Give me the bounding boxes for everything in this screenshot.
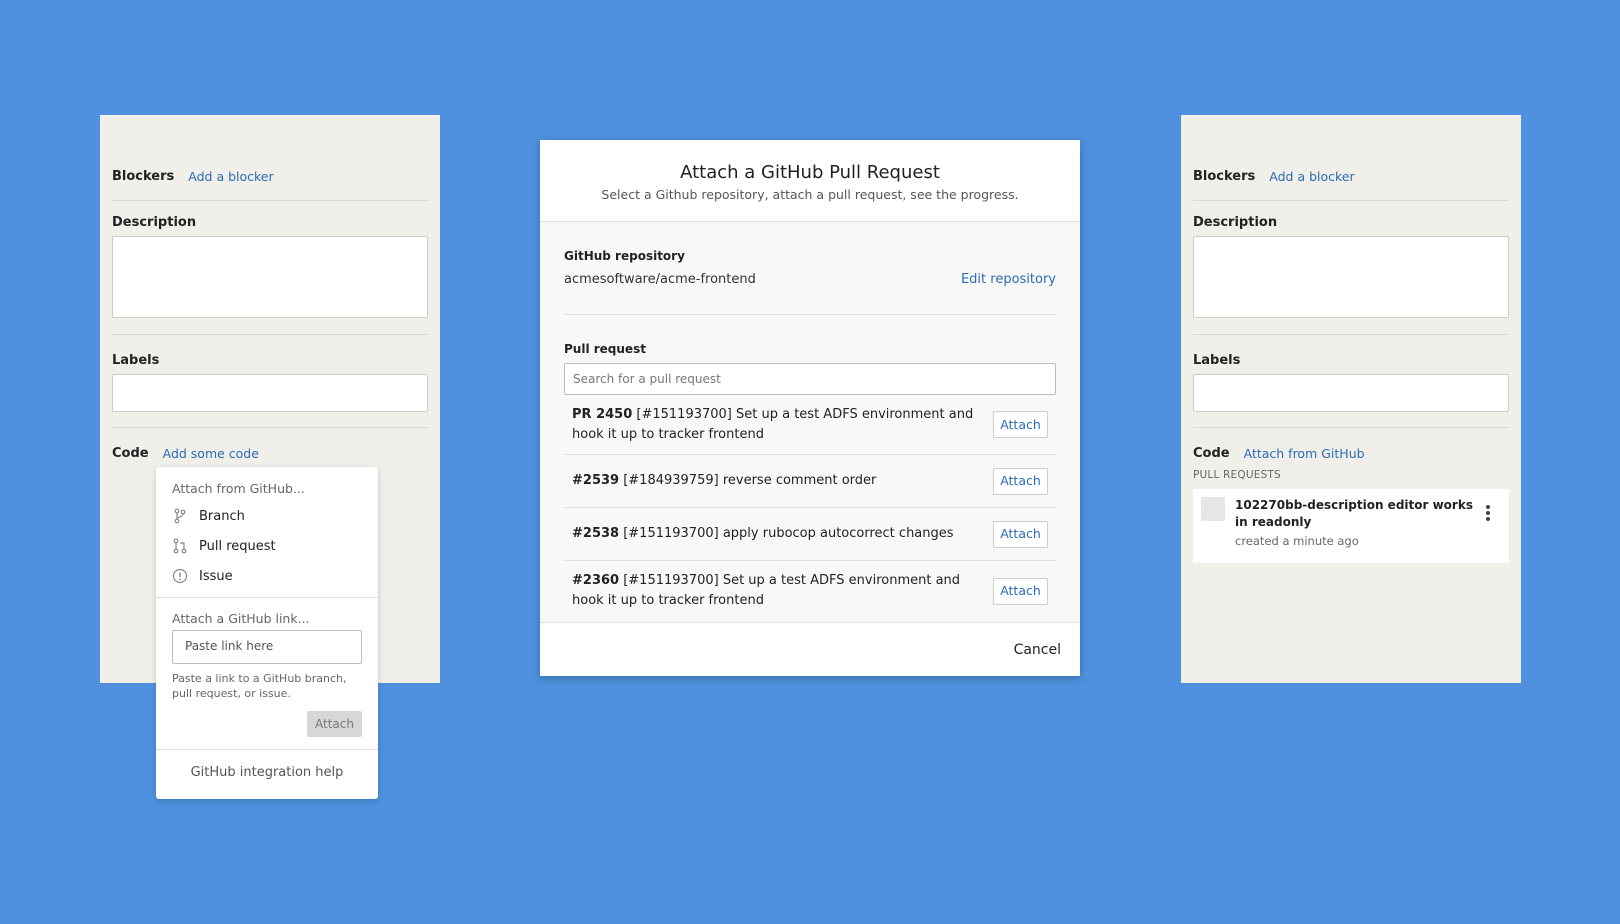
pull-requests-heading: PULL REQUESTS [1193, 469, 1281, 481]
modal-body: GitHub repository acmesoftware/acme-fron… [540, 249, 1080, 626]
add-blocker-link[interactable]: Add a blocker [188, 169, 273, 184]
modal-header: Attach a GitHub Pull Request Select a Gi… [540, 140, 1080, 222]
attach-code-popover: Attach from GitHub... Branch Pull reques… [156, 467, 378, 799]
description-field[interactable] [1193, 236, 1509, 318]
attach-link-heading: Attach a GitHub link... [172, 611, 310, 626]
github-integration-help-link[interactable]: GitHub integration help [156, 750, 378, 780]
blockers-label: Blockers [112, 168, 175, 184]
description-label: Description [1193, 215, 1278, 230]
add-code-link[interactable]: Add some code [163, 446, 259, 461]
attach-link-button[interactable]: Attach [307, 711, 362, 737]
pull-request-title: [#151193700] Set up a test ADFS environm… [572, 573, 961, 608]
labels-field[interactable] [1193, 374, 1509, 412]
divider [564, 314, 1056, 315]
labels-label: Labels [1193, 353, 1241, 368]
repository-label: GitHub repository [564, 249, 685, 263]
divider [112, 334, 428, 335]
pull-request-id: #2539 [572, 473, 620, 488]
description-label: Description [112, 215, 197, 230]
modal-title: Attach a GitHub Pull Request [680, 162, 940, 183]
popover-item-label: Branch [199, 508, 245, 524]
divider [1193, 334, 1509, 335]
attach-pr-button[interactable]: Attach [993, 520, 1048, 548]
popover-item-branch[interactable]: Branch [156, 501, 378, 531]
modal-footer: Cancel [540, 622, 1080, 676]
pull-request-row: PR 2450 [#151193700] Set up a test ADFS … [564, 395, 1056, 455]
attach-pr-button[interactable]: Attach [993, 411, 1048, 438]
branch-icon [172, 508, 188, 524]
pull-request-id: PR 2450 [572, 406, 633, 422]
edit-repository-link[interactable]: Edit repository [961, 272, 1056, 287]
cancel-button[interactable]: Cancel [1014, 642, 1061, 658]
attached-pull-request-card[interactable]: 102270bb-description editor works in rea… [1193, 489, 1509, 563]
blockers-row: Blockers Add a blocker [1193, 167, 1509, 185]
pull-request-avatar [1201, 497, 1225, 521]
pull-request-text: PR 2450 [#151193700] Set up a test ADFS … [572, 405, 993, 445]
pull-request-row: #2538 [#151193700] apply rubocop autocor… [564, 508, 1056, 561]
pull-request-id: #2360 [572, 573, 620, 588]
divider [112, 200, 428, 201]
labels-label: Labels [112, 353, 160, 368]
labels-field[interactable] [112, 374, 428, 412]
code-label: Code [1193, 446, 1230, 461]
divider [1193, 200, 1509, 201]
pull-request-text: #2360 [#151193700] Set up a test ADFS en… [572, 571, 993, 611]
pull-request-label: Pull request [564, 342, 646, 356]
pull-request-title: [#151193700] Set up a test ADFS environm… [572, 406, 974, 442]
code-row: Code Add some code [112, 446, 428, 461]
code-label: Code [112, 446, 149, 461]
attach-pr-button[interactable]: Attach [993, 467, 1048, 495]
add-blocker-link[interactable]: Add a blocker [1269, 169, 1354, 184]
popover-item-label: Issue [199, 568, 233, 584]
attach-pr-modal: Attach a GitHub Pull Request Select a Gi… [540, 140, 1080, 676]
pull-request-icon [172, 538, 188, 554]
pull-request-row: #2539 [#184939759] reverse comment order… [564, 455, 1056, 508]
pull-request-id: #2538 [572, 526, 620, 541]
pull-request-row: #2360 [#151193700] Set up a test ADFS en… [564, 561, 1056, 621]
popover-item-pull-request[interactable]: Pull request [156, 531, 378, 561]
blockers-label: Blockers [1193, 168, 1256, 184]
link-help-text: Paste a link to a GitHub branch, pull re… [172, 672, 347, 700]
issue-icon [172, 568, 188, 584]
attach-from-github-heading: Attach from GitHub... [172, 481, 305, 496]
description-field[interactable] [112, 236, 428, 318]
popover-item-label: Pull request [199, 538, 276, 554]
more-options-icon[interactable] [1485, 505, 1491, 525]
code-row: Code Attach from GitHub [1193, 446, 1509, 461]
attach-button-wrap: Attach [156, 701, 378, 737]
pull-request-text: #2538 [#151193700] apply rubocop autocor… [572, 524, 993, 544]
story-panel-right: Blockers Add a blocker Description Label… [1181, 115, 1521, 683]
blockers-row: Blockers Add a blocker [112, 167, 428, 185]
divider [112, 427, 428, 428]
repository-name: acmesoftware/acme-frontend [564, 272, 756, 287]
divider [1193, 427, 1509, 428]
attach-pr-button[interactable]: Attach [993, 577, 1048, 605]
attach-from-github-link[interactable]: Attach from GitHub [1244, 446, 1365, 461]
pull-request-title: [#184939759] reverse comment order [623, 473, 877, 488]
pull-request-list: PR 2450 [#151193700] Set up a test ADFS … [564, 395, 1056, 626]
pull-request-search-input[interactable]: Search for a pull request [564, 363, 1056, 395]
repository-row: acmesoftware/acme-frontend Edit reposito… [564, 272, 1056, 287]
pull-request-title: [#151193700] apply rubocop autocorrect c… [623, 526, 954, 541]
github-link-input[interactable]: Paste link here [172, 630, 362, 664]
attached-pr-title: 102270bb-description editor works in rea… [1235, 498, 1473, 529]
popover-item-issue[interactable]: Issue [156, 561, 378, 591]
modal-subtitle: Select a Github repository, attach a pul… [601, 187, 1019, 202]
pull-request-text: #2539 [#184939759] reverse comment order [572, 471, 993, 491]
attached-pr-meta: created a minute ago [1235, 534, 1359, 548]
